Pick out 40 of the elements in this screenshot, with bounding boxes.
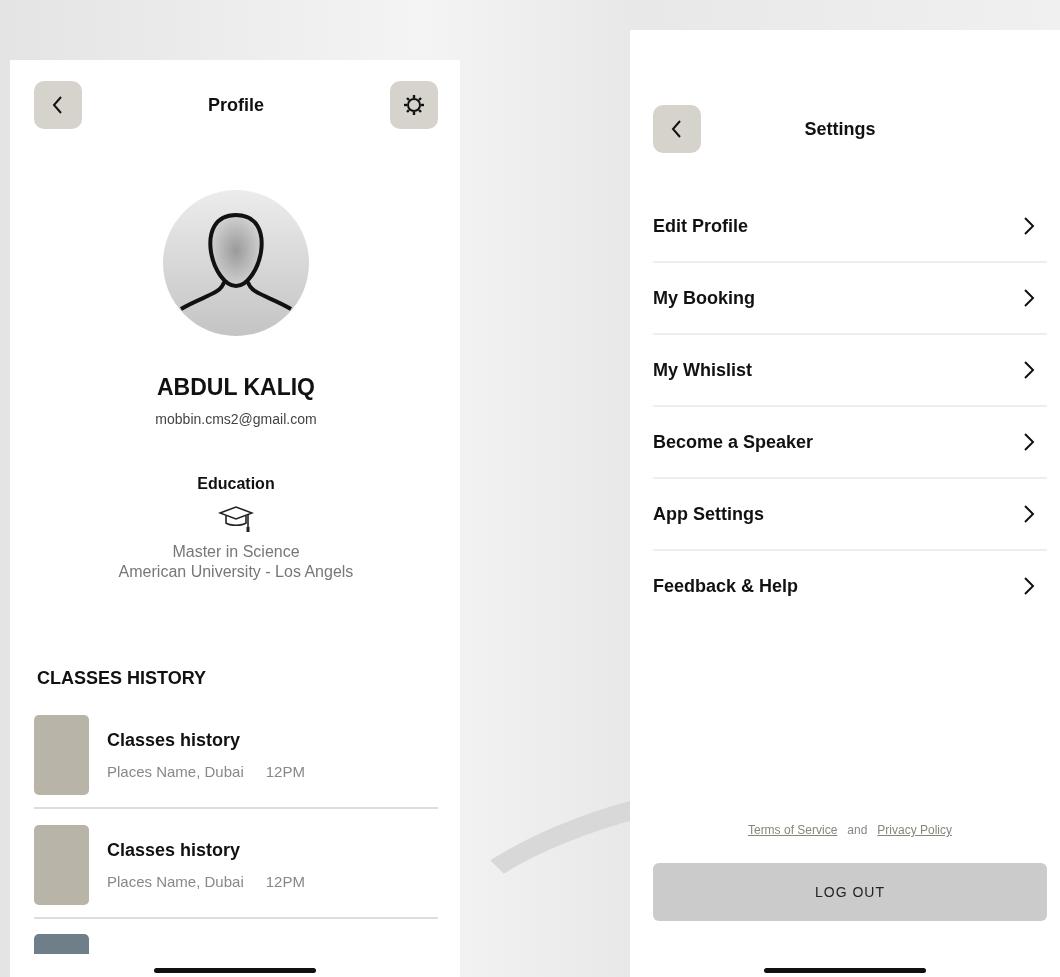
settings-menu-item[interactable]: Become a Speaker [653, 407, 1047, 479]
class-title: Classes history [107, 840, 242, 861]
settings-menu-item[interactable]: My Booking [653, 263, 1047, 335]
back-button[interactable] [653, 105, 701, 153]
education-heading: Education [197, 475, 275, 493]
chevron-right-icon [1023, 288, 1035, 308]
graduation-cap-icon [218, 505, 254, 533]
user-email: mobbin.cms2@gmail.com [155, 411, 317, 427]
class-time: 12PM [265, 763, 305, 780]
photo-placeholder [34, 934, 89, 954]
class-title: Classes history [107, 730, 242, 751]
chevron-right-icon [1023, 504, 1035, 524]
chevron-right-icon [1023, 360, 1035, 380]
settings-icon [403, 94, 425, 116]
class-list-item[interactable]: Classes history Places Name, Dubai 12PM [34, 715, 438, 809]
settings-button[interactable] [390, 81, 438, 129]
legal-conjunction: and [847, 823, 868, 837]
terms-link[interactable]: Terms of Service [747, 823, 838, 837]
university-text: American University - Los Angels [118, 562, 354, 582]
class-place: Places Name, Dubai [107, 763, 244, 780]
settings-menu-item[interactable]: Feedback & Help [653, 551, 1047, 621]
settings-menu-item[interactable]: My Whislist [653, 335, 1047, 407]
section-heading: CLASSES HISTORY [37, 668, 207, 689]
screen-title: Settings [804, 118, 876, 140]
back-icon [670, 119, 684, 139]
chevron-right-icon [1023, 216, 1035, 236]
class-time: 12PM [265, 873, 305, 890]
logout-button[interactable]: LOG OUT [653, 863, 1047, 921]
user-name: ABDUL KALIQ [157, 374, 315, 401]
settings-menu-item[interactable]: App Settings [653, 479, 1047, 551]
screen-title: Profile [208, 94, 264, 116]
back-icon [51, 95, 65, 115]
privacy-link[interactable]: Privacy Policy [877, 823, 953, 837]
chevron-right-icon [1023, 576, 1035, 596]
back-button[interactable] [34, 81, 82, 129]
chevron-right-icon [1023, 432, 1035, 452]
degree-text: Master in Science [172, 542, 300, 562]
settings-menu-item[interactable]: Edit Profile [653, 191, 1047, 263]
class-place: Places Name, Dubai [107, 873, 244, 890]
class-list-item[interactable]: Classes history Places Name, Dubai 12PM [34, 825, 438, 919]
